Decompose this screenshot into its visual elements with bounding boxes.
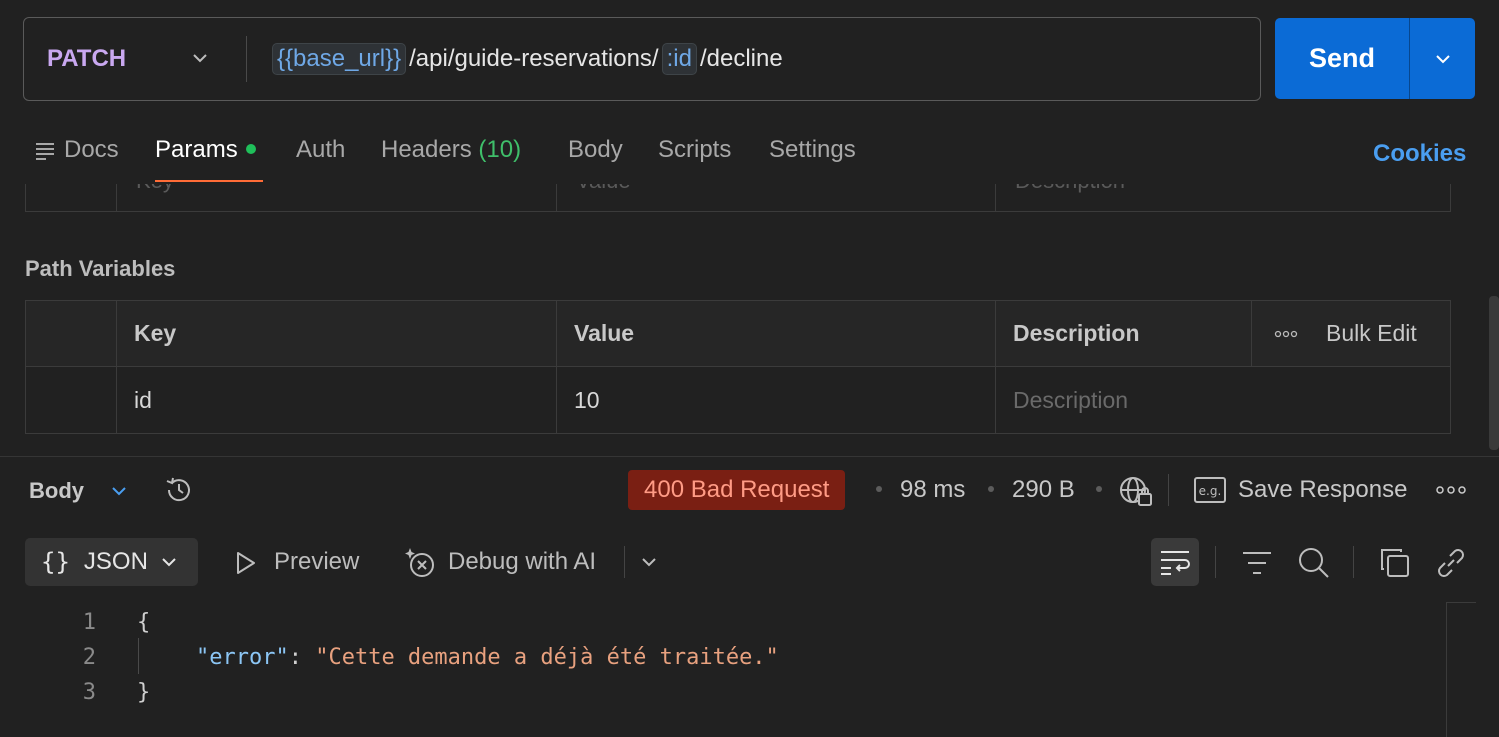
editor-scroll-edge-top xyxy=(1446,602,1476,603)
wrap-lines-button[interactable] xyxy=(1151,538,1199,586)
tab-settings[interactable]: Settings xyxy=(769,136,856,164)
tab-docs-label: Docs xyxy=(64,136,119,163)
example-icon: e.g. xyxy=(1194,476,1226,504)
response-toolbar: {} JSON Preview Debug with AI xyxy=(0,538,1499,586)
table-row: id 10 Description xyxy=(26,367,1450,433)
url-variable-base-url[interactable]: {{base_url}} xyxy=(272,43,407,75)
response-header-bar: Body 400 Bad Request 98 ms 290 B e.g. Sa… xyxy=(0,462,1499,518)
json-key: "error" xyxy=(196,645,289,670)
play-icon xyxy=(234,550,258,576)
url-variable-id[interactable]: :id xyxy=(661,43,697,75)
method-select[interactable]: PATCH xyxy=(24,18,246,100)
json-value: "Cette demande a déjà été traitée." xyxy=(315,645,779,670)
bulk-edit-button[interactable]: Bulk Edit xyxy=(1251,301,1451,366)
tab-body[interactable]: Body xyxy=(568,136,623,164)
search-icon[interactable] xyxy=(1297,546,1331,580)
copy-icon[interactable] xyxy=(1379,547,1411,579)
bulk-edit-label: Bulk Edit xyxy=(1326,320,1417,346)
table-header-row: Key Value Description Bulk Edit xyxy=(26,301,1450,367)
key-header: Key xyxy=(116,301,556,366)
ai-debug-icon xyxy=(404,546,438,580)
separator-dot xyxy=(1096,486,1102,492)
tab-docs[interactable]: Docs xyxy=(34,136,119,164)
value-header: Value xyxy=(556,301,995,366)
url-path: /api/guide-reservations/ xyxy=(409,45,659,72)
headers-count: (10) xyxy=(478,136,522,163)
filter-icon[interactable] xyxy=(1241,550,1273,576)
line-number: 2 xyxy=(82,645,96,670)
path-variables-table: Key Value Description Bulk Edit id 10 De… xyxy=(25,300,1451,434)
globe-lock-icon[interactable] xyxy=(1118,474,1154,508)
method-label: PATCH xyxy=(47,45,127,72)
format-label: JSON xyxy=(83,548,148,575)
chevron-down-icon[interactable] xyxy=(108,480,130,502)
response-size[interactable]: 290 B xyxy=(1012,476,1075,504)
format-select[interactable]: {} JSON xyxy=(25,538,198,586)
separator-dot xyxy=(876,486,882,492)
code-line: "error": "Cette demande a déjà été trait… xyxy=(196,645,779,670)
chevron-down-icon xyxy=(158,551,180,573)
tab-params-label: Params xyxy=(155,136,238,163)
url-bar: PATCH {{base_url}} /api/guide-reservatio… xyxy=(23,17,1261,101)
history-icon[interactable] xyxy=(163,474,195,506)
more-icon[interactable] xyxy=(1436,486,1466,494)
preview-button[interactable]: Preview xyxy=(274,548,359,576)
active-tab-underline xyxy=(155,180,263,182)
scrollbar-thumb[interactable] xyxy=(1489,296,1499,450)
tab-headers[interactable]: Headers (10) xyxy=(381,136,521,164)
divider xyxy=(624,546,625,578)
status-badge[interactable]: 400 Bad Request xyxy=(628,470,846,510)
tab-scripts[interactable]: Scripts xyxy=(658,136,731,164)
chevron-down-icon[interactable] xyxy=(638,551,660,573)
send-button-group: Send xyxy=(1275,18,1475,99)
cookies-link[interactable]: Cookies xyxy=(1373,140,1466,168)
chevron-down-icon xyxy=(190,48,210,68)
chevron-down-icon xyxy=(1432,48,1454,70)
braces-icon: {} xyxy=(41,548,70,576)
wrap-icon xyxy=(1159,548,1191,576)
path-var-key[interactable]: id xyxy=(116,367,556,433)
svg-text:e.g.: e.g. xyxy=(1199,484,1222,498)
editor-scroll-edge xyxy=(1446,602,1447,737)
divider xyxy=(1168,474,1169,506)
request-tabs: Docs Params Auth Headers (10) Body Scrip… xyxy=(0,128,1499,184)
send-button[interactable]: Send xyxy=(1275,18,1409,99)
path-var-description[interactable]: Description xyxy=(995,367,1451,433)
code-line: } xyxy=(137,680,151,705)
path-var-value[interactable]: 10 xyxy=(556,367,995,433)
indent-guide xyxy=(138,638,139,674)
url-path-end: /decline xyxy=(699,45,783,72)
separator-dot xyxy=(988,486,994,492)
response-code-editor[interactable]: 1 { 2 "error": "Cette demande a déjà été… xyxy=(0,602,1446,737)
json-separator: : xyxy=(288,645,316,670)
more-icon xyxy=(1274,330,1298,338)
code-line: { xyxy=(137,610,151,635)
send-options-button[interactable] xyxy=(1410,18,1475,99)
tab-params[interactable]: Params xyxy=(155,136,256,164)
url-input[interactable]: {{base_url}} /api/guide-reservations/ :i… xyxy=(247,43,783,75)
docs-icon xyxy=(34,140,56,162)
pane-divider[interactable] xyxy=(0,456,1499,457)
link-icon[interactable] xyxy=(1434,546,1468,580)
params-indicator-dot xyxy=(245,143,256,154)
line-number: 1 xyxy=(82,610,96,635)
divider xyxy=(1353,546,1354,578)
path-variables-title: Path Variables xyxy=(25,256,176,281)
description-header: Description xyxy=(995,301,1251,366)
tab-auth[interactable]: Auth xyxy=(296,136,345,164)
tab-headers-label: Headers xyxy=(381,136,472,163)
line-number: 3 xyxy=(82,680,96,705)
divider xyxy=(1215,546,1216,578)
save-response-button[interactable]: Save Response xyxy=(1238,476,1407,504)
response-body-label: Body xyxy=(29,478,84,503)
response-body-select[interactable]: Body xyxy=(29,478,84,504)
response-time[interactable]: 98 ms xyxy=(900,476,965,504)
debug-with-ai-button[interactable]: Debug with AI xyxy=(448,548,596,576)
